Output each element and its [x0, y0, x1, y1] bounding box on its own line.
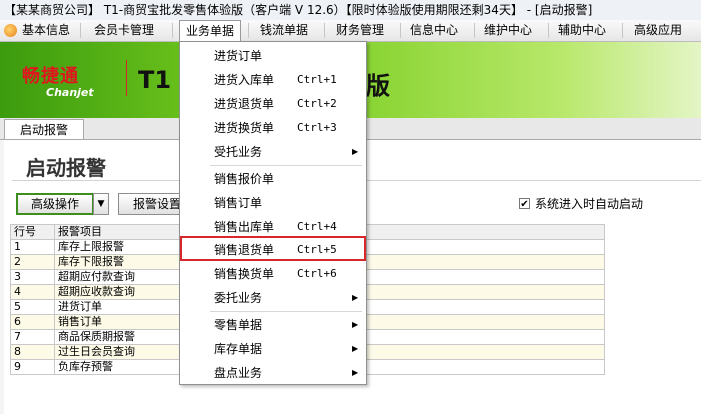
business-docs-dropdown-menu: 进货订单 进货入库单 Ctrl+1 进货退货单 Ctrl+2 进货换货单 Ctr…: [179, 41, 367, 385]
menu-separator: [622, 23, 623, 38]
menu-separator: [248, 23, 249, 38]
row-no: 7: [10, 329, 55, 345]
menu-item-consignment-in[interactable]: 受托业务 ▶: [180, 140, 366, 164]
row-no: 4: [10, 284, 55, 300]
chanjet-logo: 畅捷通: [22, 66, 79, 87]
menu-info-center[interactable]: 信息中心: [404, 20, 464, 41]
triangle-right-icon: ▶: [352, 344, 359, 353]
triangle-right-icon: ▶: [352, 147, 359, 156]
menu-item-label: 进货订单: [214, 49, 263, 63]
row-no: 8: [10, 344, 55, 360]
menu-separator: [172, 23, 173, 38]
advanced-operations-dropdown[interactable]: ▼: [93, 193, 109, 215]
menu-item-label: 进货换货单: [214, 121, 275, 135]
logo-divider: [126, 60, 127, 96]
row-no: 5: [10, 299, 55, 315]
product-name-suffix: 版: [366, 72, 390, 100]
menu-item-inventory-docs[interactable]: 库存单据 ▶: [180, 337, 366, 361]
menu-item-purchase-order[interactable]: 进货订单: [180, 44, 366, 68]
menu-separator: [548, 23, 549, 38]
window-title: 【某某商贸公司】 T1-商贸宝批发零售体验版（客户端 V 12.6）【限时体验版…: [0, 0, 701, 20]
menu-item-purchase-receipt[interactable]: 进货入库单 Ctrl+1: [180, 68, 366, 92]
row-no: 2: [10, 254, 55, 270]
sales-return-highlight-box: [180, 236, 366, 261]
product-name-prefix: T1: [138, 66, 172, 94]
menu-separator: [210, 165, 362, 166]
chanjet-logo-en: Chanjet: [46, 86, 94, 99]
triangle-right-icon: ▶: [352, 368, 359, 377]
menubar: 基本信息 会员卡管理 业务单据 钱流单据 财务管理 信息中心 维护中心 辅助中心…: [0, 20, 701, 42]
menu-item-label: 委托业务: [214, 291, 263, 305]
menu-business-docs[interactable]: 业务单据: [179, 20, 242, 42]
row-no: 3: [10, 269, 55, 285]
menu-separator: [400, 23, 401, 38]
menu-item-sales-exchange[interactable]: 销售换货单 Ctrl+6: [180, 262, 366, 286]
menu-item-label: 盘点业务: [214, 366, 263, 380]
column-header-row-no[interactable]: 行号: [10, 224, 55, 240]
menu-item-shortcut: Ctrl+6: [297, 267, 337, 280]
menu-item-consignment-out[interactable]: 委托业务 ▶: [180, 286, 366, 310]
menu-separator: [80, 23, 81, 38]
auto-start-checkbox[interactable]: ✔: [519, 198, 530, 210]
triangle-right-icon: ▶: [352, 320, 359, 329]
menu-item-purchase-exchange[interactable]: 进货换货单 Ctrl+3: [180, 116, 366, 140]
menu-item-label: 受托业务: [214, 145, 263, 159]
menu-item-sales-quote[interactable]: 销售报价单: [180, 167, 366, 191]
menu-advanced-apps[interactable]: 高级应用: [628, 20, 688, 41]
tab-startup-alarm[interactable]: 启动报警: [4, 119, 84, 139]
menu-item-sales-order[interactable]: 销售订单: [180, 191, 366, 215]
menu-item-shortcut: Ctrl+2: [297, 97, 337, 110]
menu-maintenance-center[interactable]: 维护中心: [478, 20, 538, 41]
menu-item-purchase-return[interactable]: 进货退货单 Ctrl+2: [180, 92, 366, 116]
menu-item-stocktake[interactable]: 盘点业务 ▶: [180, 361, 366, 385]
menu-item-label: 销售报价单: [214, 172, 275, 186]
menu-item-label: 进货入库单: [214, 73, 275, 87]
menu-finance[interactable]: 财务管理: [330, 20, 390, 41]
menu-item-shortcut: Ctrl+1: [297, 73, 337, 86]
menu-separator: [474, 23, 475, 38]
menu-item-shortcut: Ctrl+3: [297, 121, 337, 134]
menu-item-label: 零售单据: [214, 318, 263, 332]
menu-item-retail-docs[interactable]: 零售单据 ▶: [180, 313, 366, 337]
menu-item-label: 销售订单: [214, 196, 263, 210]
row-no: 9: [10, 359, 55, 375]
page-title: 启动报警: [26, 156, 106, 180]
menu-separator: [324, 23, 325, 38]
auto-start-label: 系统进入时自动启动: [535, 197, 644, 211]
menu-assist-center[interactable]: 辅助中心: [552, 20, 612, 41]
triangle-down-icon: ▼: [97, 199, 105, 209]
row-no: 6: [10, 314, 55, 330]
checkmark-icon: ✔: [520, 199, 529, 210]
triangle-right-icon: ▶: [352, 293, 359, 302]
menu-cashflow-docs[interactable]: 钱流单据: [254, 20, 314, 41]
menu-separator: [210, 311, 362, 312]
menu-basic-info[interactable]: 基本信息: [16, 20, 76, 41]
menu-item-label: 库存单据: [214, 342, 263, 356]
row-no: 1: [10, 239, 55, 255]
menu-member-card[interactable]: 会员卡管理: [88, 20, 160, 41]
menu-item-label: 进货退货单: [214, 97, 275, 111]
menu-item-label: 销售换货单: [214, 267, 275, 281]
advanced-operations-button[interactable]: 高级操作: [16, 193, 94, 215]
